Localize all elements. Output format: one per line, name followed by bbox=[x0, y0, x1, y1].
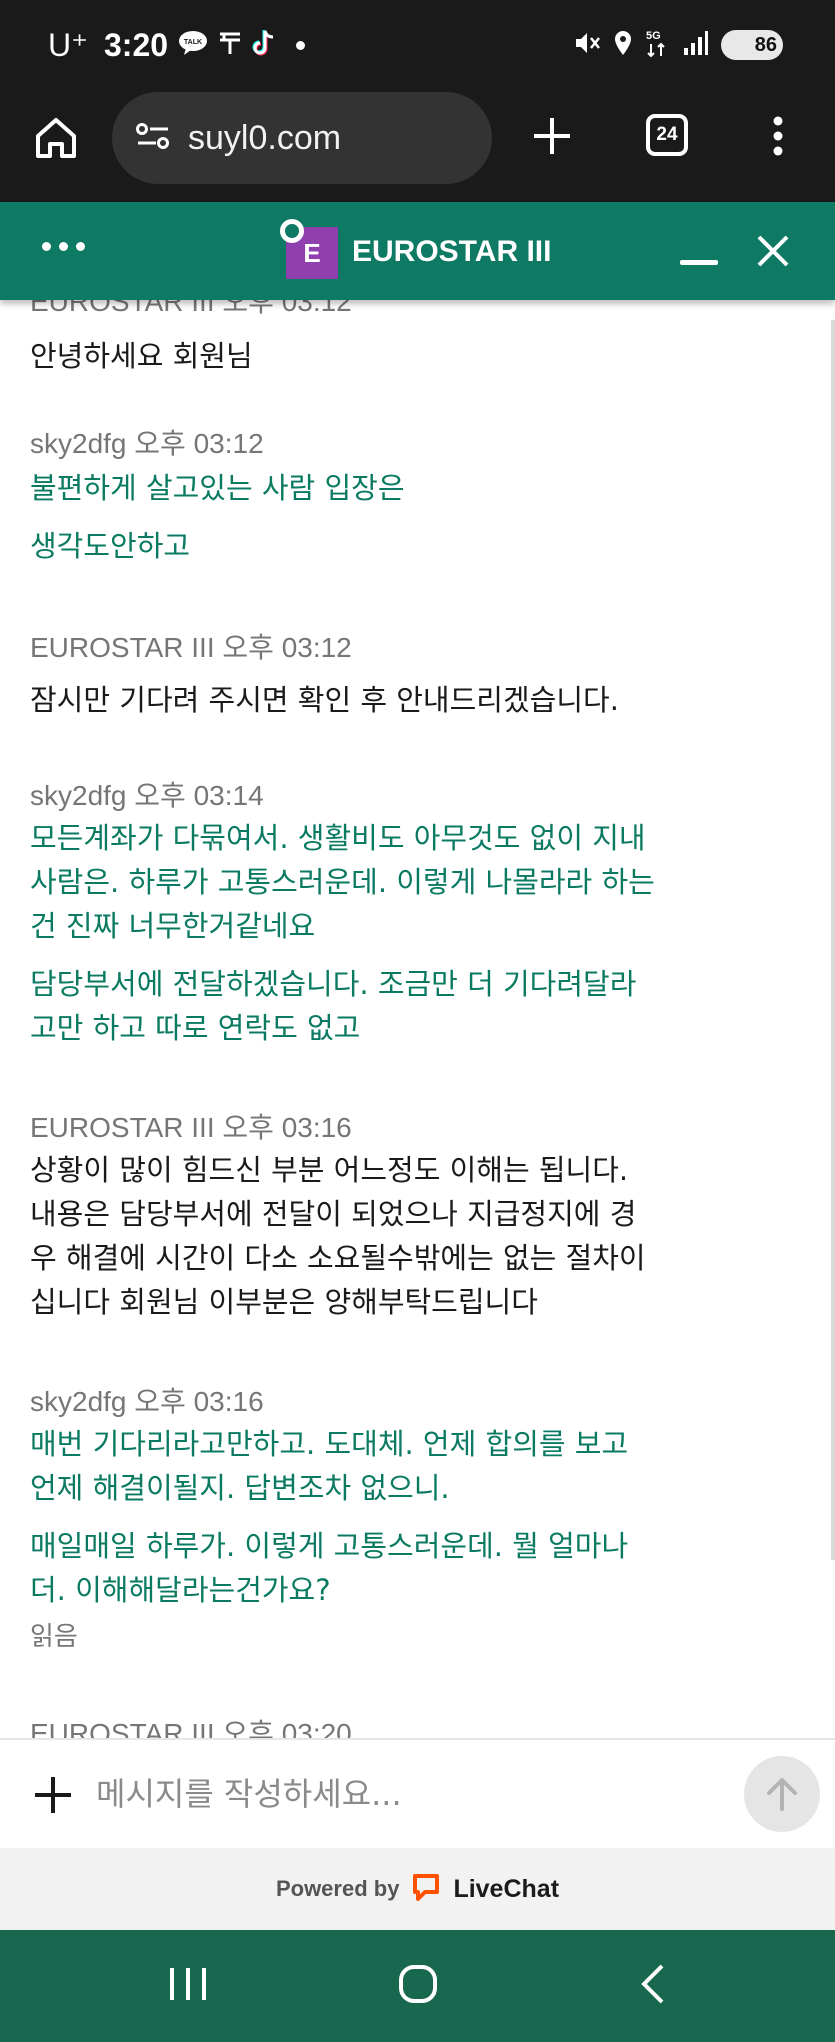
message-text: 십니다 회원님 이부분은 양해부탁드립니다 bbox=[30, 1285, 538, 1319]
status-left: U⁺ 3:20 TALK bbox=[48, 22, 306, 68]
recent-apps-icon[interactable] bbox=[158, 1960, 218, 2010]
chat-header: E EUROSTAR III bbox=[0, 202, 835, 300]
message-text: 고만 하고 따로 연락도 없고 bbox=[30, 1011, 361, 1045]
add-attachment-icon[interactable] bbox=[32, 1774, 74, 1816]
message-text: 언제 해결이될지. 답변조차 없으니. bbox=[30, 1471, 450, 1505]
battery-indicator: 86 bbox=[721, 30, 783, 60]
url-text: suyl0.com bbox=[188, 118, 342, 157]
company-logo: E bbox=[280, 219, 340, 281]
message-text: 상황이 많이 힘드신 부분 어느정도 이해는 됩니다. bbox=[30, 1153, 629, 1187]
message-text: 우 해결에 시간이 다소 소요될수밖에는 없는 절차이 bbox=[30, 1241, 646, 1275]
message-text: 생각도안하고 bbox=[30, 529, 191, 563]
message-text: 잠시만 기다려 주시면 확인 후 안내드리겠습니다. bbox=[30, 683, 619, 717]
message-composer bbox=[0, 1738, 835, 1848]
site-settings-icon[interactable] bbox=[136, 121, 170, 155]
status-right: 5G 86 bbox=[573, 24, 783, 66]
chat-transcript[interactable]: EUROSTAR III 오후 03:12 안녕하세요 회원님 sky2dfg … bbox=[0, 300, 835, 1738]
notification-dot-icon bbox=[296, 40, 306, 50]
message-meta: EUROSTAR III 오후 03:12 bbox=[30, 632, 352, 663]
address-bar[interactable]: suyl0.com bbox=[112, 92, 492, 184]
message-meta: sky2dfg 오후 03:12 bbox=[30, 428, 264, 459]
message-text: 더. 이해해달라는건가요? bbox=[30, 1573, 331, 1607]
message-text: 안녕하세요 회원님 bbox=[30, 339, 253, 373]
message-text: 담당부서에 전달하겠습니다. 조금만 더 기다려달라 bbox=[30, 967, 637, 1001]
logo-ring-icon bbox=[280, 219, 304, 243]
system-nav-bar bbox=[0, 1930, 835, 2042]
tiktok-icon bbox=[252, 29, 278, 61]
message-group: sky2dfg 오후 03:12 불편하게 살고있는 사람 입장은 생각도안하고 bbox=[30, 422, 720, 568]
powered-by-label: Powered by bbox=[275, 1876, 400, 1901]
message-group: EUROSTAR III 오후 03:20 bbox=[30, 1712, 720, 1738]
message-group: EUROSTAR III 오후 03:12 잠시만 기다려 주시면 확인 후 안… bbox=[30, 626, 720, 722]
tab-switcher-button[interactable]: 24 bbox=[646, 114, 688, 156]
message-bubble: 담당부서에 전달하겠습니다. 조금만 더 기다려달라 고만 하고 따로 연락도 … bbox=[30, 962, 720, 1050]
home-icon[interactable] bbox=[34, 116, 78, 164]
minimize-icon[interactable] bbox=[680, 260, 718, 265]
powered-by-footer[interactable]: Powered by LiveChat bbox=[0, 1848, 835, 1930]
message-text: 매번 기다리라고만하고. 도대체. 언제 합의를 보고 bbox=[30, 1427, 629, 1461]
message-text: 사람은. 하루가 고통스러운데. 이렇게 나몰라라 하는 bbox=[30, 865, 655, 899]
message-bubble: 매일매일 하루가. 이렇게 고통스러운데. 뭘 얼마나 더. 이해해달라는건가요… bbox=[30, 1524, 720, 1612]
clock: 3:20 bbox=[104, 26, 169, 63]
message-meta: sky2dfg 오후 03:14 bbox=[30, 780, 264, 811]
livechat-logo-icon bbox=[411, 1872, 441, 1906]
chat-brand: E EUROSTAR III bbox=[280, 219, 552, 282]
message-text: 불편하게 살고있는 사람 입장은 bbox=[30, 471, 405, 505]
mute-icon bbox=[573, 29, 601, 61]
svg-text:TALK: TALK bbox=[184, 39, 202, 46]
send-button[interactable] bbox=[744, 1756, 820, 1832]
message-bubble: 매번 기다리라고만하고. 도대체. 언제 합의를 보고 언제 해결이될지. 답변… bbox=[30, 1422, 720, 1510]
carrier-label: U⁺ bbox=[48, 27, 88, 63]
more-options-icon[interactable] bbox=[770, 116, 786, 156]
chat-scrollbar[interactable] bbox=[831, 320, 835, 1560]
message-group: sky2dfg 오후 03:16 매번 기다리라고만하고. 도대체. 언제 합의… bbox=[30, 1380, 720, 1653]
kakaotalk-icon: TALK bbox=[178, 30, 208, 60]
5g-icon: 5G bbox=[645, 28, 671, 62]
status-bar: U⁺ 3:20 TALK 5G 86 bbox=[0, 0, 835, 90]
message-meta: sky2dfg 오후 03:16 bbox=[30, 1386, 264, 1417]
message-group: EUROSTAR III 오후 03:16 상황이 많이 힘드신 부분 어느정도… bbox=[30, 1106, 720, 1324]
message-input[interactable] bbox=[96, 1758, 716, 1830]
browser-toolbar: suyl0.com 24 bbox=[0, 90, 835, 202]
home-nav-icon[interactable] bbox=[388, 1960, 448, 2010]
read-receipt: 읽음 bbox=[30, 1622, 78, 1652]
livechat-brand: LiveChat bbox=[453, 1874, 560, 1903]
message-meta: EUROSTAR III 오후 03:12 bbox=[30, 300, 352, 317]
message-text: 내용은 담당부서에 전달이 되었으나 지급정지에 경 bbox=[30, 1197, 637, 1231]
message-text: 매일매일 하루가. 이렇게 고통스러운데. 뭘 얼마나 bbox=[30, 1529, 629, 1563]
message-bubble: 상황이 많이 힘드신 부분 어느정도 이해는 됩니다. 내용은 담당부서에 전달… bbox=[30, 1148, 720, 1324]
back-icon[interactable] bbox=[624, 1960, 684, 2010]
signal-icon bbox=[683, 30, 709, 60]
message-group: sky2dfg 오후 03:14 모든계좌가 다묶여서. 생활비도 아무것도 없… bbox=[30, 774, 720, 1050]
message-text: 모든계좌가 다묶여서. 생활비도 아무것도 없이 지내 bbox=[30, 821, 646, 855]
close-icon[interactable] bbox=[756, 234, 790, 268]
message-text: 건 진짜 너무한거같네요 bbox=[30, 909, 316, 943]
app-t-icon bbox=[218, 30, 242, 60]
arrow-up-icon bbox=[767, 1778, 797, 1811]
chat-menu-icon[interactable] bbox=[42, 242, 85, 251]
message-meta: EUROSTAR III 오후 03:20 bbox=[30, 1718, 352, 1738]
new-tab-icon[interactable] bbox=[532, 116, 572, 156]
message-group: EUROSTAR III 오후 03:12 안녕하세요 회원님 bbox=[30, 300, 720, 378]
svg-text:5G: 5G bbox=[646, 30, 661, 42]
message-bubble: 모든계좌가 다묶여서. 생활비도 아무것도 없이 지내 사람은. 하루가 고통스… bbox=[30, 816, 720, 948]
chat-title: EUROSTAR III bbox=[352, 235, 552, 268]
location-icon bbox=[613, 29, 633, 61]
message-meta: EUROSTAR III 오후 03:16 bbox=[30, 1112, 352, 1143]
